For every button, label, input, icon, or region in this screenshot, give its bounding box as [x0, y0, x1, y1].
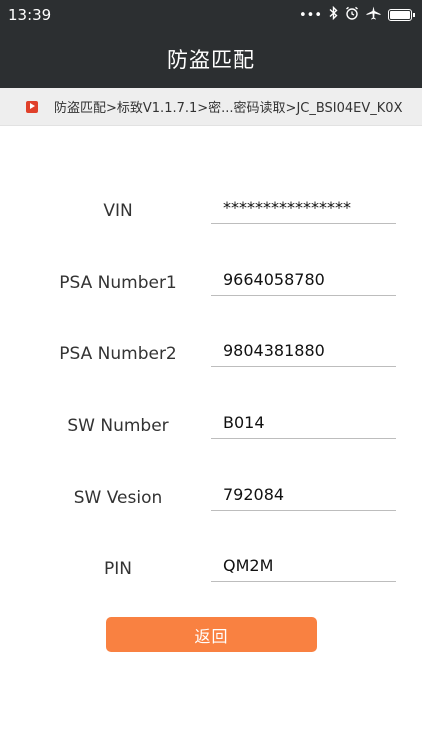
battery-icon: [388, 9, 415, 21]
sw-number-value: B014: [211, 413, 396, 439]
field-label: SW Vesion: [73, 488, 163, 508]
field-label: PSA Number1: [59, 273, 177, 293]
status-bar: 13:39 •••: [0, 0, 422, 30]
bluetooth-icon: [329, 5, 338, 24]
psa-number1-value: 9664058780: [211, 270, 396, 296]
breadcrumb-text: 防盗匹配>标致V1.1.7.1>密...密码读取>JC_BSI04EV_K0X: [54, 101, 403, 116]
row-psa-number1: PSA Number1 9664058780: [0, 270, 422, 345]
field-label: PSA Number2: [59, 344, 177, 364]
status-icons: •••: [298, 5, 415, 24]
play-icon: [26, 100, 38, 113]
pin-value: QM2M: [211, 556, 396, 582]
page-title: 防盗匹配: [167, 48, 255, 72]
back-button[interactable]: 返回: [106, 617, 317, 652]
breadcrumb: 防盗匹配>标致V1.1.7.1>密...密码读取>JC_BSI04EV_K0X: [0, 88, 422, 126]
sw-version-value: 792084: [211, 485, 396, 511]
row-psa-number2: PSA Number2 9804381880: [0, 341, 422, 416]
status-time: 13:39: [8, 6, 52, 24]
row-sw-number: SW Number B014: [0, 413, 422, 488]
vin-value: ****************: [211, 198, 396, 224]
row-vin: VIN ****************: [0, 198, 422, 273]
app-bar: 防盗匹配: [0, 30, 422, 88]
field-label: VIN: [103, 201, 133, 221]
airplane-icon: [366, 6, 381, 24]
dots-icon: •••: [298, 7, 322, 23]
field-label: SW Number: [67, 416, 169, 436]
field-label: PIN: [104, 559, 132, 579]
alarm-icon: [345, 6, 359, 24]
psa-number2-value: 9804381880: [211, 341, 396, 367]
row-sw-version: SW Vesion 792084: [0, 485, 422, 560]
